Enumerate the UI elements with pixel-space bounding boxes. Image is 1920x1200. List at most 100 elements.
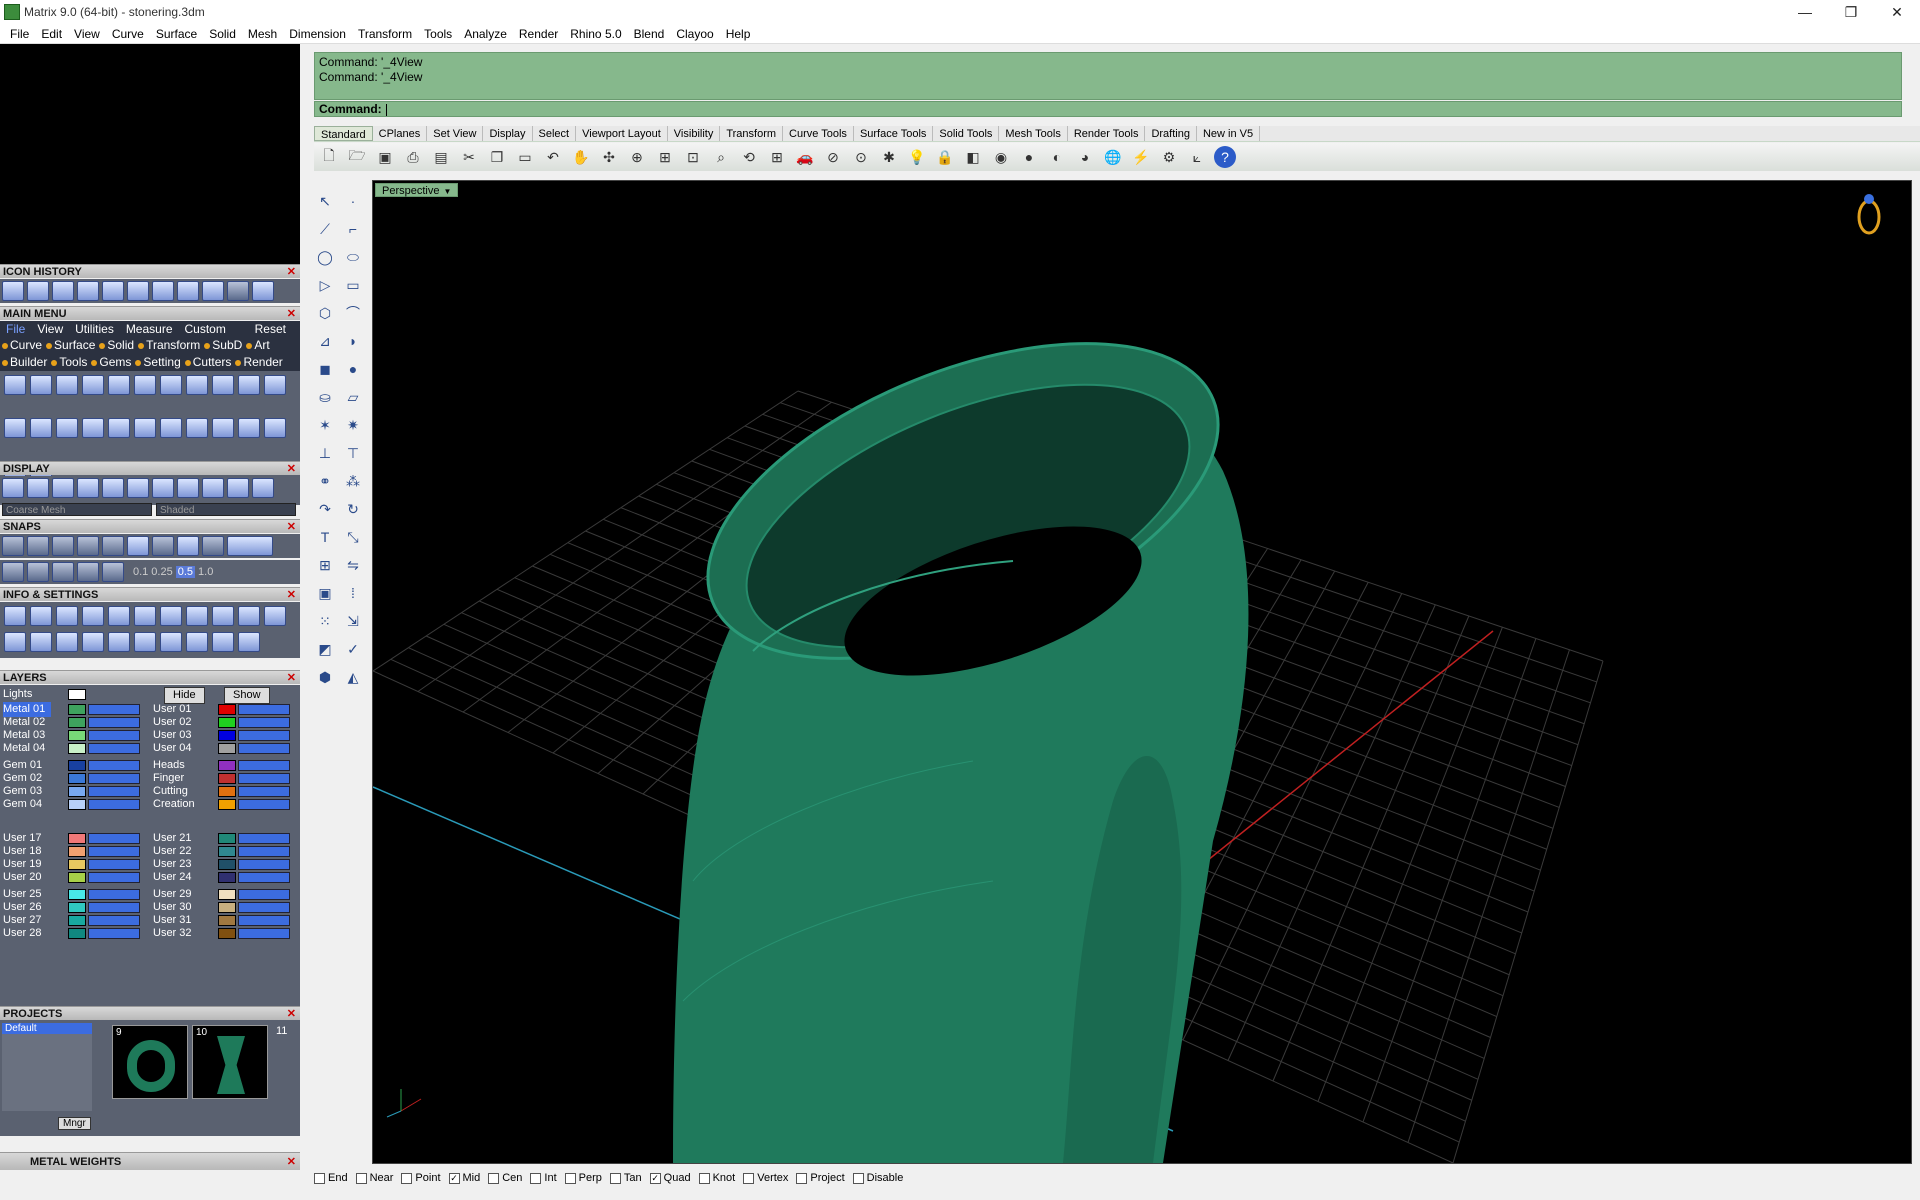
layer-visibility-lock-toggles[interactable] <box>238 889 290 900</box>
analyze-icon[interactable]: ◩ <box>314 638 336 660</box>
sphere-wire-icon[interactable] <box>152 478 174 498</box>
lights-swatch[interactable] <box>68 689 86 700</box>
sphere-blue-icon[interactable] <box>52 478 74 498</box>
osnap-vertex[interactable]: Vertex <box>743 1172 788 1184</box>
pan-icon[interactable]: ✋ <box>570 146 592 168</box>
layer-name[interactable]: User 32 <box>153 926 201 941</box>
sphere-dark-icon[interactable] <box>77 478 99 498</box>
gumball-icon[interactable] <box>102 562 124 582</box>
layer-visibility-lock-toggles[interactable] <box>88 902 140 913</box>
array-grid-icon[interactable]: ⁙ <box>314 610 336 632</box>
import-icon[interactable] <box>56 375 78 395</box>
layer-visibility-lock-toggles[interactable] <box>238 902 290 913</box>
light-icon[interactable] <box>186 606 208 626</box>
layer-visibility-lock-toggles[interactable] <box>88 859 140 870</box>
ellipse-icon[interactable]: ⬭ <box>342 246 364 268</box>
osnap-cen[interactable]: Cen <box>488 1172 522 1184</box>
osnap-mid[interactable]: ✓ Mid <box>448 1172 480 1184</box>
layer-color-swatch[interactable] <box>218 743 236 754</box>
lock-icon[interactable]: 🔒 <box>934 146 956 168</box>
layer-icon[interactable]: ◧ <box>962 146 984 168</box>
ring-icon[interactable] <box>27 281 49 301</box>
photo-icon[interactable] <box>160 632 182 652</box>
checkbox[interactable] <box>530 1172 542 1184</box>
cat-render[interactable]: Render <box>235 355 282 369</box>
sphere-light-icon[interactable] <box>177 478 199 498</box>
menu-render[interactable]: Render <box>513 24 564 44</box>
help-icon[interactable]: ? <box>1214 146 1236 168</box>
perspective-viewport[interactable]: Perspective ▼ <box>372 180 1912 1164</box>
layer-color-swatch[interactable] <box>68 717 86 728</box>
osnap-icon[interactable]: ⊘ <box>822 146 844 168</box>
save-icon[interactable] <box>108 375 130 395</box>
tab-drafting[interactable]: Drafting <box>1145 126 1197 141</box>
tab-transform[interactable]: Transform <box>720 126 784 141</box>
dimension-icon[interactable]: ⟀ <box>1186 146 1208 168</box>
save-small-icon[interactable] <box>134 375 156 395</box>
layer-name[interactable]: User 20 <box>3 870 51 885</box>
checkbox[interactable] <box>564 1172 576 1184</box>
curve-icon[interactable] <box>82 418 104 439</box>
box-icon[interactable]: ◼ <box>314 358 336 380</box>
layer-color-swatch[interactable] <box>68 872 86 883</box>
layer-color-swatch[interactable] <box>68 799 86 810</box>
export-icon[interactable] <box>82 375 104 395</box>
snap-cen-icon[interactable] <box>102 536 124 556</box>
sphere-gold-icon[interactable] <box>252 478 274 498</box>
lightbulb-icon[interactable]: 💡 <box>906 146 928 168</box>
material-icon[interactable] <box>160 606 182 626</box>
cat-gems[interactable]: Gems <box>91 355 131 369</box>
script-icon[interactable] <box>264 375 286 395</box>
layer-name[interactable]: Creation <box>153 797 201 812</box>
tab-viewport-layout[interactable]: Viewport Layout <box>576 126 668 141</box>
cat-cutters[interactable]: Cutters <box>185 355 232 369</box>
cat-setting[interactable]: Setting <box>135 355 180 369</box>
menu-file[interactable]: File <box>4 24 35 44</box>
window-icon[interactable] <box>30 632 52 652</box>
layer-visibility-lock-toggles[interactable] <box>88 833 140 844</box>
cube-icon[interactable]: ⬢ <box>314 666 336 688</box>
render-icon[interactable]: ◕ <box>1074 146 1096 168</box>
osnap-disable[interactable]: Disable <box>852 1172 903 1184</box>
copy-icon[interactable]: ❐ <box>486 146 508 168</box>
checkbox[interactable] <box>488 1172 500 1184</box>
layer-visibility-lock-toggles[interactable] <box>238 730 290 741</box>
tab-utilities[interactable]: Utilities <box>69 321 120 337</box>
settings-icon[interactable] <box>4 606 26 626</box>
osnap-point[interactable]: Point <box>401 1172 441 1184</box>
zoom-selected-icon[interactable]: ⌕ <box>710 146 732 168</box>
menu-help[interactable]: Help <box>720 24 757 44</box>
mirror-icon[interactable]: ⇋ <box>342 554 364 576</box>
layer-visibility-lock-toggles[interactable] <box>88 717 140 728</box>
zoom-icon[interactable]: ⊕ <box>626 146 648 168</box>
tab-solid-tools[interactable]: Solid Tools <box>933 126 1000 141</box>
user-icon[interactable] <box>212 375 234 395</box>
render-preview-icon[interactable]: ◐ <box>1046 146 1068 168</box>
cat-tools[interactable]: Tools <box>51 355 87 369</box>
menu-curve[interactable]: Curve <box>106 24 150 44</box>
snap-value-0.5[interactable]: 0.5 <box>175 566 196 578</box>
layer-visibility-lock-toggles[interactable] <box>238 859 290 870</box>
arrow-left-icon[interactable] <box>227 281 249 301</box>
sphere-render-icon[interactable] <box>202 478 224 498</box>
undo-icon[interactable]: ↶ <box>542 146 564 168</box>
gem-icon[interactable] <box>77 281 99 301</box>
layer-color-swatch[interactable] <box>68 760 86 771</box>
layers-icon[interactable] <box>52 281 74 301</box>
grid-icon[interactable] <box>4 632 26 652</box>
palette-icon[interactable] <box>152 281 174 301</box>
snap-point-icon[interactable] <box>52 536 74 556</box>
tag-icon[interactable] <box>212 606 234 626</box>
layer-visibility-lock-toggles[interactable] <box>238 704 290 715</box>
layer-visibility-lock-toggles[interactable] <box>238 872 290 883</box>
layer-visibility-lock-toggles[interactable] <box>238 786 290 797</box>
brush-icon[interactable] <box>134 606 156 626</box>
car-icon[interactable]: 🚗 <box>794 146 816 168</box>
tab-surface-tools[interactable]: Surface Tools <box>854 126 934 141</box>
layer-color-swatch[interactable] <box>68 773 86 784</box>
layer-visibility-lock-toggles[interactable] <box>238 799 290 810</box>
smarttrack-icon[interactable] <box>77 562 99 582</box>
tab-view[interactable]: View <box>31 321 69 337</box>
snap-value-1.0[interactable]: 1.0 <box>198 566 213 578</box>
record-icon[interactable]: ✱ <box>878 146 900 168</box>
